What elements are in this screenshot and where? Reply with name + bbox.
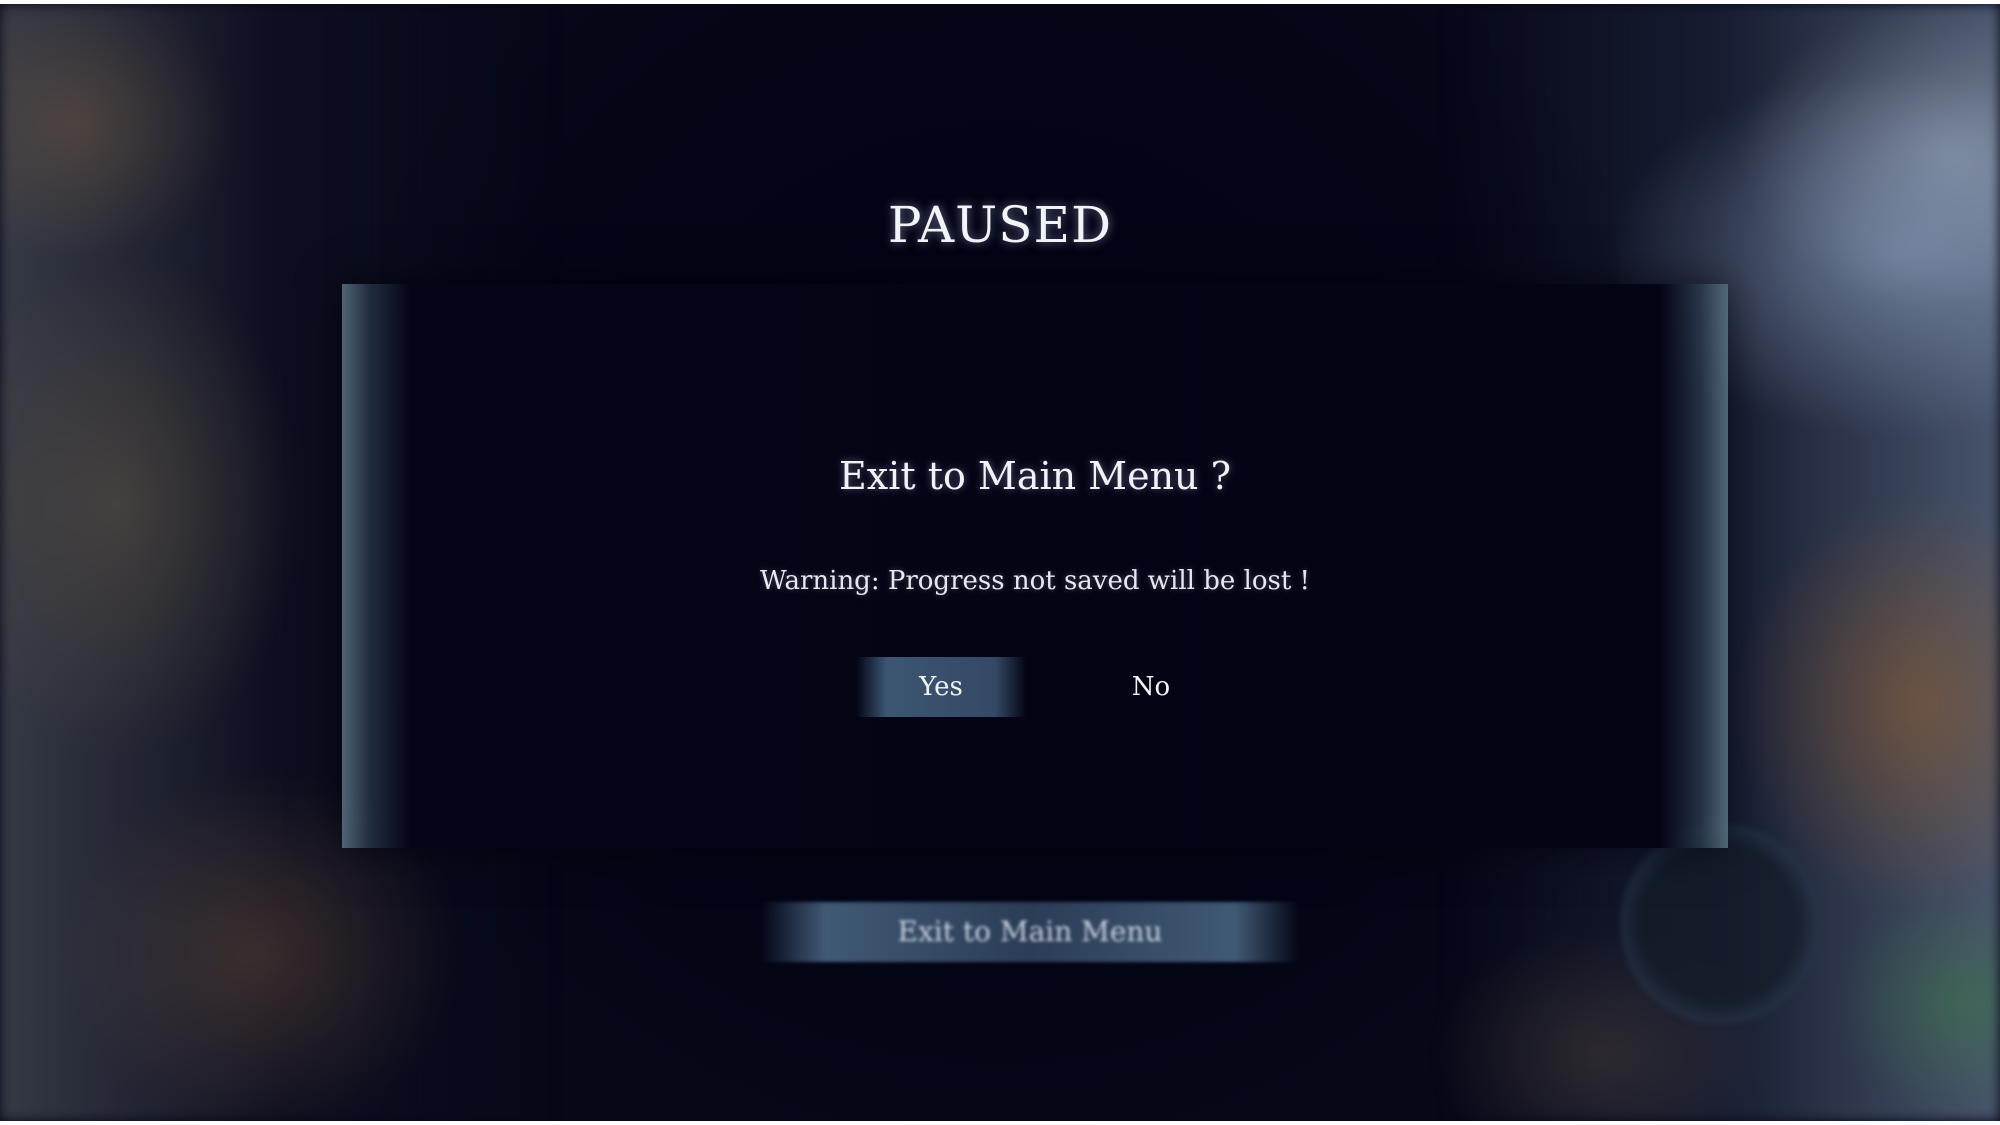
paused-title: PAUSED [887,196,1113,254]
confirm-exit-dialog: Exit to Main Menu ? Warning: Progress no… [342,284,1728,848]
dialog-warning: Warning: Progress not saved will be lost… [759,566,1311,596]
yes-button[interactable]: Yes [856,657,1026,717]
no-button[interactable]: No [1066,657,1236,717]
game-screen: PAUSED Exit to Main Menu Exit to Main Me… [0,4,2000,1121]
exit-to-main-menu-option[interactable]: Exit to Main Menu [760,902,1300,962]
dialog-title: Exit to Main Menu ? [839,454,1231,498]
round-emblem-icon [1620,824,1820,1024]
exit-to-main-menu-label: Exit to Main Menu [897,915,1163,948]
